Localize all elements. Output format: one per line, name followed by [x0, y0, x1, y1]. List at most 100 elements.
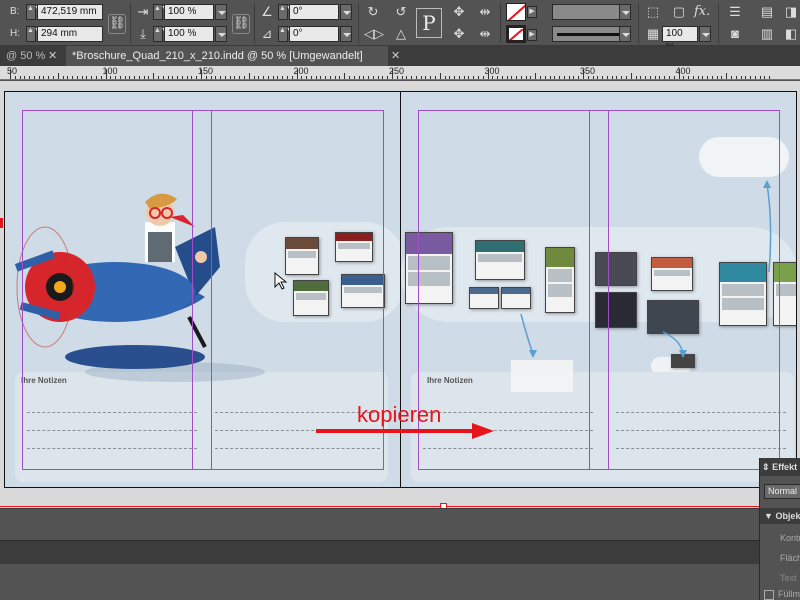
ruler-tick	[439, 73, 441, 79]
tab-active-document[interactable]: *Broschure_Quad_210_x_210.indd @ 50 % [U…	[66, 46, 388, 66]
select-previous-icon[interactable]: ⇹	[476, 4, 494, 20]
fill-none-swatch-icon[interactable]	[506, 3, 526, 21]
fill-checkbox[interactable]	[764, 590, 774, 600]
fill-menu-arrow-icon[interactable]: ▶	[527, 6, 537, 18]
ruler-tick	[530, 76, 532, 79]
width-field[interactable]: 472,519 mm	[37, 4, 103, 20]
collapse-arrows-icon[interactable]: ⇕	[762, 462, 770, 472]
scale-x-icon: ⇥	[137, 4, 149, 19]
ruler-tick	[434, 76, 436, 79]
rotate-ccw-icon[interactable]: ↺	[392, 4, 410, 20]
corner-options-icon[interactable]: ⬚	[644, 4, 662, 20]
tab-close-icon[interactable]: ✕	[391, 46, 400, 66]
ruler-tick	[559, 76, 561, 79]
height-stepper[interactable]: ▲▼	[26, 26, 41, 42]
tab-previous-document[interactable]: @ 50 %	[0, 46, 51, 66]
effects-panel: ⇕ Effekt Normal ▼ Objekt Kontur Fläche T…	[759, 458, 800, 600]
ruler-tick	[81, 76, 83, 79]
ruler-tick	[224, 76, 226, 79]
flip-vertical-icon[interactable]: △	[392, 26, 410, 42]
stroke-weight-dropdown[interactable]	[619, 4, 631, 20]
reference-point-p-icon[interactable]: P	[416, 8, 442, 38]
ruler-tick	[411, 76, 413, 79]
ruler-tick	[296, 69, 298, 79]
height-label: H:	[10, 28, 20, 39]
ruler-tick	[14, 76, 16, 79]
ruler-tick	[750, 76, 752, 79]
distribute-panel-icon[interactable]: ▥	[758, 26, 776, 42]
height-field[interactable]: 294 mm	[37, 26, 103, 42]
effects-item-fill[interactable]: Fläche	[760, 550, 800, 566]
effects-panel-header[interactable]: ⇕ Effekt	[760, 458, 800, 476]
constrain-proportions-icon[interactable]: ⛓	[108, 14, 126, 34]
ruler-tick	[210, 76, 212, 79]
flip-horizontal-icon[interactable]: ◁▷	[364, 26, 384, 42]
ruler-tick	[115, 76, 117, 79]
opacity-field[interactable]: 100 %	[662, 26, 698, 53]
shear-field[interactable]: 0°	[289, 26, 339, 42]
ruler-tick	[172, 76, 174, 79]
effects-item-stroke[interactable]: Kontur	[760, 530, 800, 546]
ruler-tick	[353, 76, 355, 79]
drop-shadow-icon[interactable]: ▢	[670, 4, 688, 20]
rotate-angle-icon: ∠	[261, 4, 273, 19]
ruler-tick	[764, 76, 766, 79]
ruler-tick	[702, 76, 704, 79]
ruler-tick	[463, 76, 465, 79]
rotate-dropdown[interactable]	[340, 4, 352, 20]
scale-x-stepper[interactable]: ▲▼	[153, 4, 168, 20]
rotate-cw-icon[interactable]: ↻	[364, 4, 382, 20]
ruler-tick	[363, 76, 365, 79]
rotate-stepper[interactable]: ▲▼	[278, 4, 293, 20]
ruler-tick	[420, 76, 422, 79]
ruler-tick	[692, 76, 694, 79]
ruler-tick	[344, 73, 346, 79]
blend-mode-select[interactable]: Normal	[764, 484, 800, 499]
ruler-tick	[425, 76, 427, 79]
scale-x-dropdown[interactable]	[215, 4, 227, 20]
shear-dropdown[interactable]	[340, 26, 352, 42]
ruler-tick	[315, 76, 317, 79]
copy-arrow-icon	[316, 423, 494, 439]
ruler-tick	[540, 76, 542, 79]
scale-y-dropdown[interactable]	[215, 26, 227, 42]
horizontal-scrollbar[interactable]	[0, 508, 800, 540]
scale-x-field[interactable]: 100 %	[164, 4, 214, 20]
ruler-tick	[573, 76, 575, 79]
select-container-icon[interactable]: ✥	[450, 4, 468, 20]
opacity-dropdown[interactable]	[699, 26, 711, 42]
select-content-icon[interactable]: ✥	[450, 26, 468, 42]
rotate-field[interactable]: 0°	[289, 4, 339, 20]
scale-y-stepper[interactable]: ▲▼	[153, 26, 168, 42]
ruler-tick	[91, 76, 93, 79]
effects-fx-icon[interactable]: fx.	[694, 4, 710, 19]
effects-item-text[interactable]: Text	[760, 570, 800, 586]
panel-overflow-icon[interactable]: ◨	[782, 4, 800, 20]
width-stepper[interactable]: ▲▼	[26, 4, 41, 20]
constrain-scale-icon[interactable]: ⛓	[232, 14, 250, 34]
ruler-tick	[697, 76, 699, 79]
ruler-tick	[487, 69, 489, 79]
tab-close-icon[interactable]: ✕	[48, 46, 57, 66]
stroke-menu-arrow-icon[interactable]: ▶	[527, 29, 537, 41]
ruler-tick	[473, 76, 475, 79]
text-wrap-icon[interactable]: ☰	[726, 4, 744, 20]
select-next-icon[interactable]: ⇹	[476, 26, 494, 42]
shear-stepper[interactable]: ▲▼	[278, 26, 293, 42]
wrap-around-icon[interactable]: ◙	[726, 26, 744, 42]
ruler-tick	[501, 76, 503, 79]
ruler-tick	[401, 76, 403, 79]
ruler-tick	[649, 76, 651, 79]
mouse-cursor-icon	[274, 272, 288, 290]
align-panel-icon[interactable]: ▤	[758, 4, 776, 20]
stroke-none-swatch-icon[interactable]	[506, 25, 526, 43]
effects-section-header[interactable]: ▼ Objekt	[760, 508, 800, 524]
scale-y-field[interactable]: 100 %	[164, 26, 214, 42]
horizontal-ruler: 50 100 150 200 250 300 350 400	[0, 66, 800, 80]
ruler-tick	[286, 76, 288, 79]
ruler-tick	[597, 76, 599, 79]
ruler-tick	[110, 76, 112, 79]
stroke-type-dropdown[interactable]	[619, 26, 631, 42]
selection-edge-marker	[0, 218, 3, 228]
panel-overflow-icon[interactable]: ◧	[782, 26, 800, 42]
